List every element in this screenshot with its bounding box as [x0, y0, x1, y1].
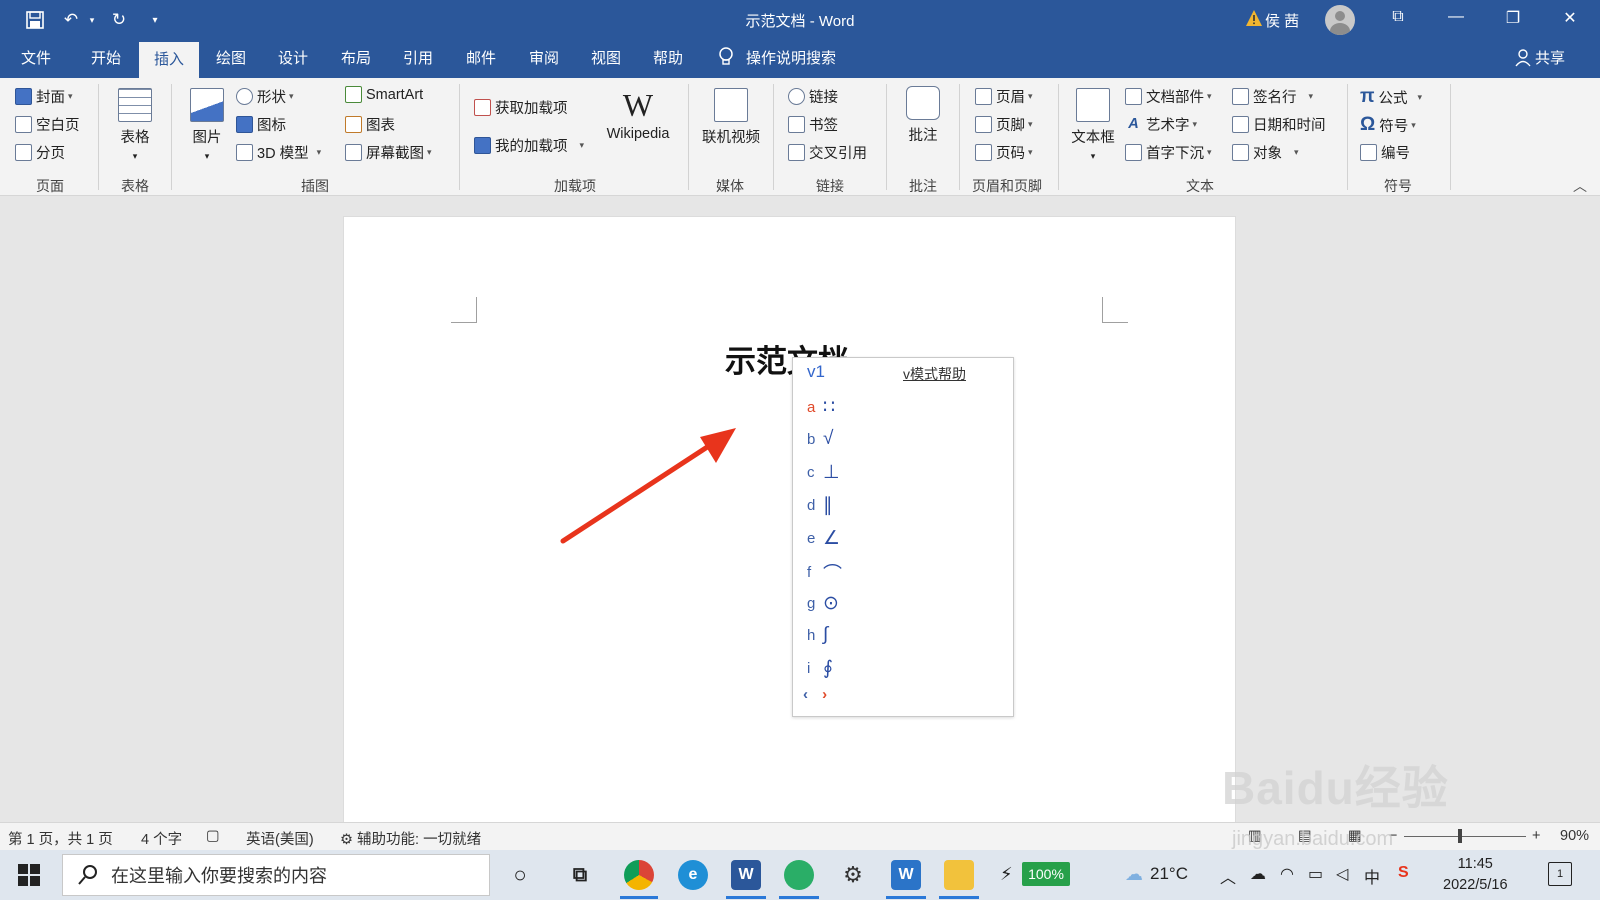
accessibility-icon: ⚙	[340, 832, 353, 848]
accessibility-status[interactable]: ⚙ 辅助功能: 一切就绪	[340, 828, 481, 849]
v-mode-help-link[interactable]: v模式帮助	[903, 364, 966, 384]
candidate-value: ⌒	[823, 564, 843, 585]
candidate-value: ∮	[823, 658, 833, 679]
date: 2022/5/16	[1443, 877, 1508, 893]
candidate-value: ∷	[823, 397, 836, 418]
candidate-item[interactable]: h ∫	[807, 624, 828, 646]
windows-start-icon[interactable]	[18, 864, 40, 889]
active-indicator	[779, 896, 819, 899]
zoom-slider-thumb[interactable]	[1458, 829, 1462, 843]
active-indicator	[620, 896, 658, 899]
candidate-key: c	[807, 464, 815, 481]
candidate-item[interactable]: e ∠	[807, 527, 840, 550]
active-indicator	[886, 896, 926, 899]
page-count[interactable]: 第 1 页，共 1 页	[8, 828, 113, 849]
prev-page-icon[interactable]: ‹	[803, 686, 808, 703]
candidate-item[interactable]: b √	[807, 428, 833, 450]
zoom-level[interactable]: 90%	[1560, 828, 1589, 844]
candidate-item[interactable]: c ⊥	[807, 461, 840, 484]
candidate-key: h	[807, 626, 816, 644]
task-view-icon[interactable]: ⧉	[565, 860, 595, 890]
time: 11:45	[1457, 856, 1493, 872]
onedrive-icon[interactable]: ☁	[1250, 864, 1266, 884]
proofing-icon[interactable]: ▢	[206, 828, 220, 844]
active-indicator	[939, 896, 979, 899]
weather-cloud-icon[interactable]: ☁	[1125, 864, 1143, 885]
language-status[interactable]: 英语(美国)	[246, 828, 314, 849]
ime-input-text[interactable]: v1	[807, 362, 825, 382]
sogou-ime-icon[interactable]: S	[1398, 864, 1409, 882]
wifi-icon[interactable]: ◠	[1280, 864, 1294, 884]
search-icon	[78, 865, 97, 885]
candidate-key: b	[807, 430, 816, 448]
temperature[interactable]: 21°C	[1150, 864, 1188, 884]
next-page-icon[interactable]: ›	[822, 686, 827, 703]
candidate-key: d	[807, 497, 816, 514]
word-count[interactable]: 4 个字	[141, 828, 182, 849]
battery-icon[interactable]: ▭	[1308, 864, 1323, 884]
candidate-value: ∥	[823, 495, 833, 516]
ime-language[interactable]: 中	[1364, 864, 1380, 888]
candidate-value: √	[823, 428, 834, 449]
candidate-key: i	[807, 660, 811, 677]
search-placeholder: 在这里输入你要搜索的内容	[111, 866, 327, 886]
zoom-in-button[interactable]: +	[1532, 828, 1540, 844]
chrome-icon[interactable]	[624, 860, 654, 890]
word-document-icon[interactable]: W	[891, 860, 921, 890]
cortana-icon[interactable]: ○	[505, 860, 535, 890]
taskbar: 在这里输入你要搜索的内容 ○ ⧉ e W ⚙ W ⚡ 100% ☁ 21°C ︿…	[0, 850, 1600, 900]
candidate-value: ⊥	[823, 462, 840, 483]
candidate-value: ∫	[823, 624, 829, 645]
edge-icon[interactable]: e	[678, 860, 708, 890]
active-indicator	[726, 896, 766, 899]
candidate-item[interactable]: a ∷	[807, 396, 835, 419]
baidu-watermark: Baidu经验	[1222, 762, 1449, 814]
volume-icon[interactable]: ◁	[1336, 864, 1348, 884]
candidate-item[interactable]: f ⌒	[807, 559, 842, 586]
battery-indicator[interactable]: 100%	[1022, 862, 1070, 886]
candidate-value: ⊙	[823, 593, 839, 614]
candidate-key: a	[807, 399, 816, 416]
chevron-up-icon[interactable]: ︿	[1220, 864, 1236, 888]
accessibility-label: 辅助功能: 一切就绪	[357, 832, 482, 848]
candidate-item[interactable]: i ∮	[807, 657, 833, 680]
candidate-key: g	[807, 595, 816, 612]
candidate-key: e	[807, 530, 816, 547]
baidu-watermark-url: jingyan.baidu.com	[1232, 828, 1394, 850]
clock[interactable]: 11:45 2022/5/16	[1443, 854, 1508, 896]
power-plug-icon[interactable]: ⚡	[1000, 864, 1013, 885]
ime-candidate-popup: v1 v模式帮助 a ∷ b √ c ⊥ d ∥ e ∠ f ⌒ g ⊙ h ∫ i ∮ ‹ ›	[792, 357, 1014, 717]
taskbar-search-box[interactable]: 在这里输入你要搜索的内容	[62, 854, 490, 896]
settings-gear-icon[interactable]: ⚙	[838, 860, 868, 890]
candidate-value: ∠	[823, 528, 841, 549]
zoom-slider-track[interactable]	[1404, 836, 1526, 837]
candidate-key: f	[807, 564, 812, 581]
file-explorer-icon[interactable]	[944, 860, 974, 890]
notification-center-icon[interactable]: 1	[1548, 862, 1572, 886]
wechat-icon[interactable]	[784, 860, 814, 890]
candidate-item[interactable]: g ⊙	[807, 592, 839, 615]
candidate-item[interactable]: d ∥	[807, 494, 833, 517]
candidate-pager: ‹ ›	[803, 686, 827, 703]
word-icon[interactable]: W	[731, 860, 761, 890]
